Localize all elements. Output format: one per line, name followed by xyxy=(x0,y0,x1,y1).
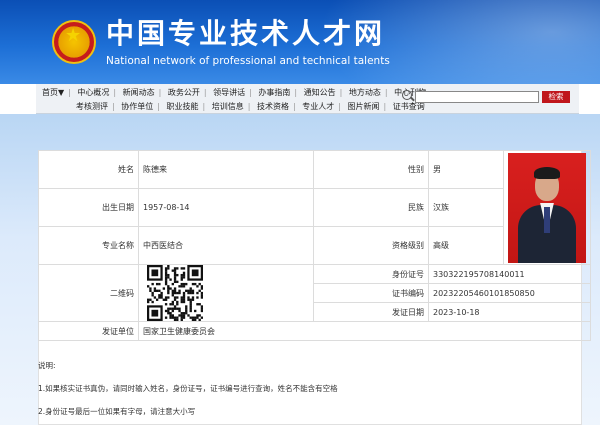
qr-label: 二维码 xyxy=(38,264,139,322)
nav-row-1: 首页▼ | 中心概况 | 新闻动态 | 政务公开 | 领导讲话 | 办事指南 | 通知公告 |… xyxy=(42,85,426,100)
nav-item-affairs[interactable]: 政务公开 xyxy=(168,85,200,100)
qr-code-icon xyxy=(147,265,203,321)
nav-item-photos[interactable]: 图片新闻 xyxy=(348,99,380,114)
major-value: 中西医结合 xyxy=(138,226,314,265)
notes-item-2: 2.身份证号最后一位如果有字母，请注意大小写 xyxy=(38,407,196,416)
notes-item-1: 1.如果核实证书真伪，请同时输入姓名，身份证号，证书编号进行查询，姓名不能含有空… xyxy=(38,384,338,393)
id-value: 330322195708140011 xyxy=(428,264,591,284)
nav-item-notices[interactable]: 通知公告 xyxy=(304,85,336,100)
ethnic-value: 汉族 xyxy=(428,188,504,227)
ethnic-label: 民族 xyxy=(313,188,429,227)
id-label: 身份证号 xyxy=(313,264,429,284)
site-title-cn: 中国专业技术人才网 xyxy=(106,17,386,50)
level-value: 高级 xyxy=(428,226,504,265)
nav-item-talents[interactable]: 专业人才 xyxy=(302,99,334,114)
birth-value: 1957-08-14 xyxy=(138,188,314,227)
cert-label: 证书编码 xyxy=(313,283,429,303)
level-label: 资格级别 xyxy=(313,226,429,265)
search-icon xyxy=(402,90,412,100)
issuer-label: 发证单位 xyxy=(38,321,139,341)
certificate-table: 姓名 陈德来 性别 男 出生日期 1957-08-14 民族 汉族 专业名称 中… xyxy=(38,150,591,341)
nav-item-guide[interactable]: 办事指南 xyxy=(258,85,290,100)
nav-item-news[interactable]: 新闻动态 xyxy=(123,85,155,100)
issuer-value: 国家卫生健康委员会 xyxy=(138,321,591,341)
national-emblem-icon: ★ xyxy=(52,20,96,64)
nav-item-assessment[interactable]: 考核测评 xyxy=(76,99,108,114)
nav-item-qualification[interactable]: 技术资格 xyxy=(257,99,289,114)
gender-value: 男 xyxy=(428,150,504,189)
major-label: 专业名称 xyxy=(38,226,139,265)
nav-item-training[interactable]: 培训信息 xyxy=(212,99,244,114)
site-banner: ★ 中国专业技术人才网 National network of professi… xyxy=(0,0,600,84)
nav-item-local[interactable]: 地方动态 xyxy=(349,85,381,100)
nav-item-speeches[interactable]: 领导讲话 xyxy=(213,85,245,100)
nav-item-home[interactable]: 首页▼ xyxy=(42,85,64,100)
name-value: 陈德来 xyxy=(138,150,314,189)
nav-row-2: 考核测评 | 协作单位 | 职业技能 | 培训信息 | 技术资格 | 专业人才 | 图片新闻… xyxy=(76,99,425,114)
gender-label: 性别 xyxy=(313,150,429,189)
nav-item-skills[interactable]: 职业技能 xyxy=(167,99,199,114)
search-button[interactable]: 检索 xyxy=(542,91,570,103)
site-title-en: National network of professional and tec… xyxy=(106,55,390,67)
nav-item-overview[interactable]: 中心概况 xyxy=(77,85,109,100)
cert-value: 20232205460101850850 xyxy=(428,283,591,303)
date-label: 发证日期 xyxy=(313,302,429,322)
search-input[interactable] xyxy=(415,91,539,103)
holder-photo xyxy=(508,152,586,263)
qr-cell xyxy=(138,264,314,322)
birth-label: 出生日期 xyxy=(38,188,139,227)
notes-title: 说明: xyxy=(38,361,56,370)
name-label: 姓名 xyxy=(38,150,139,189)
date-value: 2023-10-18 xyxy=(428,302,591,322)
nav-item-partners[interactable]: 协作单位 xyxy=(121,99,153,114)
photo-cell xyxy=(503,150,591,265)
notes: 说明: 1.如果核实证书真伪，请同时输入姓名，身份证号，证书编号进行查询，姓名不… xyxy=(38,360,338,425)
